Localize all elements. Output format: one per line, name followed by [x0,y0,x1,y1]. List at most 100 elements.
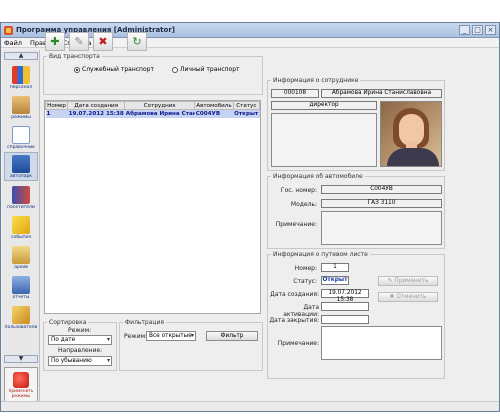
toolbar: ✚ ✎ ✖ ↻ [45,32,147,52]
car-icon [12,155,30,173]
sidebar-item-events[interactable]: события [4,212,38,241]
table-header: Номер Дата создания Сотрудник Автомобиль… [45,101,260,110]
sidebar-item-label: отчеты [12,295,30,300]
reports-icon [12,276,30,294]
modes-icon [12,96,30,114]
waybill-closed-field [321,315,369,324]
apply-waybill-label: Применить [394,278,429,284]
filter-button[interactable]: Фильтр [206,331,258,341]
sidebar-item-staff[interactable]: персонал [4,62,38,91]
sidebar: ▲ персонал режимы справочник автопарк по… [2,50,40,410]
transport-type-group: Вид транспорта Служебный транспорт Личны… [43,53,263,95]
waybill-number-field[interactable]: 1 [321,263,349,272]
directory-icon [12,126,30,144]
sidebar-scroll-down-button[interactable]: ▼ [4,355,38,363]
sort-mode-label: Режим: [68,327,92,334]
edit-button[interactable]: ✎ [69,32,89,51]
add-button[interactable]: ✚ [45,32,65,51]
employee-name-field: Абрамова Ирина Станиславовна [321,89,442,98]
employee-id-field: 000108 [271,89,319,98]
car-plate-label: Гос. номер: [280,187,317,194]
sidebar-scroll-up-button[interactable]: ▲ [4,52,38,60]
delete-icon: ✖ [98,35,108,48]
car-info-legend: Информация об автомобиле [273,173,363,180]
car-model-label: Модель: [290,201,317,208]
menu-file[interactable]: Файл [4,39,22,47]
close-button[interactable]: × [485,25,496,35]
sidebar-item-label: посетители [7,205,35,210]
employee-photo [380,101,442,167]
sidebar-item-reports[interactable]: отчеты [4,272,38,301]
add-icon: ✚ [50,35,60,48]
users-icon [12,306,30,324]
sidebar-item-visitors[interactable]: посетители [4,182,38,211]
waybill-note-area[interactable] [321,326,442,360]
waybill-created-label: Дата создания: [270,291,319,298]
sidebar-item-label: автопарк [9,174,33,179]
car-plate-field: С004УВ [321,185,442,194]
table-row[interactable]: 1 19.07.2012 15:38 Абрамова Ирина Стани.… [45,109,260,118]
sidebar-item-modes[interactable]: режимы [4,92,38,121]
sidebar-item-users[interactable]: пользователи [4,302,38,331]
sidebar-item-directory[interactable]: справочник [4,122,38,151]
column-header-car[interactable]: Автомобиль [194,101,234,110]
waybill-created-field: 19.07.2012 15:38 [321,289,369,303]
sort-mode-select[interactable]: По дате [48,335,112,345]
refresh-icon: ↻ [132,35,142,48]
cell-created: 19.07.2012 15:38 [67,109,125,118]
waybill-info-legend: Информация о путевом листе [273,251,368,258]
employee-position-field: директор [271,101,377,110]
maximize-button[interactable]: □ [472,25,483,35]
waybill-number-label: Номер: [294,265,317,272]
events-icon [12,216,30,234]
column-header-created[interactable]: Дата создания [67,101,126,110]
car-note-label: Примечание: [275,221,317,228]
app-icon [4,25,13,35]
filter-mode-label: Режим: [124,333,148,340]
refresh-button[interactable]: ↻ [127,32,147,51]
sorting-group: Сортировка Режим: По дате Направление: П… [43,319,117,371]
radio-label: Служебный транспорт [82,66,154,73]
sidebar-item-car-park[interactable]: автопарк [4,152,38,181]
sidebar-item-label: архив [14,265,28,270]
sidebar-item-label: режимы [11,115,31,120]
car-note-area [321,211,442,245]
column-header-number[interactable]: Номер [45,101,69,110]
waybill-note-label: Примечание: [277,340,319,347]
apply-modes-label-1: применить [8,388,34,394]
edit-icon: ✎ [74,35,84,48]
employee-notes-area [271,113,377,167]
waybill-activated-label: Дата активации: [283,304,319,318]
archive-icon [12,246,30,264]
waybill-activated-field [321,302,369,311]
cancel-waybill-button[interactable]: ✖ Отменить [378,292,438,302]
radio-private-transport[interactable]: Личный транспорт [172,66,240,73]
minimize-button[interactable]: _ [459,25,470,35]
column-header-employee[interactable]: Сотрудник [124,101,196,110]
status-bar [1,401,499,411]
sidebar-item-label: пользователи [4,325,38,330]
waybill-table[interactable]: Номер Дата создания Сотрудник Автомобиль… [44,100,261,314]
waybill-status-field: Открыт [321,276,349,285]
cell-number: 1 [45,109,68,118]
radio-dot [74,66,80,73]
apply-modes-icon [13,371,29,388]
car-model-field: ГАЗ 3110 [321,199,442,208]
sidebar-item-label: справочник [7,145,35,150]
sidebar-item-label: события [11,235,31,240]
cell-status: Открыт [233,109,260,118]
column-header-status[interactable]: Статус [232,101,260,110]
sort-direction-select[interactable]: По убыванию [48,356,112,366]
sorting-legend: Сортировка [49,319,87,326]
filter-mode-select[interactable]: Все открытые [146,331,196,341]
visitors-icon [12,186,30,204]
transport-type-legend: Вид транспорта [49,53,100,60]
radio-service-transport[interactable]: Служебный транспорт [74,66,154,73]
sort-direction-label: Направление: [58,347,103,354]
delete-button[interactable]: ✖ [93,32,113,51]
main-window: Программа управления [Administrator] _ □… [0,22,500,412]
sidebar-item-archive[interactable]: архив [4,242,38,271]
sidebar-item-label: персонал [9,85,33,90]
apply-waybill-button[interactable]: ✎ Применить [378,276,438,286]
apply-modes-button[interactable]: применить режимы [4,367,38,403]
